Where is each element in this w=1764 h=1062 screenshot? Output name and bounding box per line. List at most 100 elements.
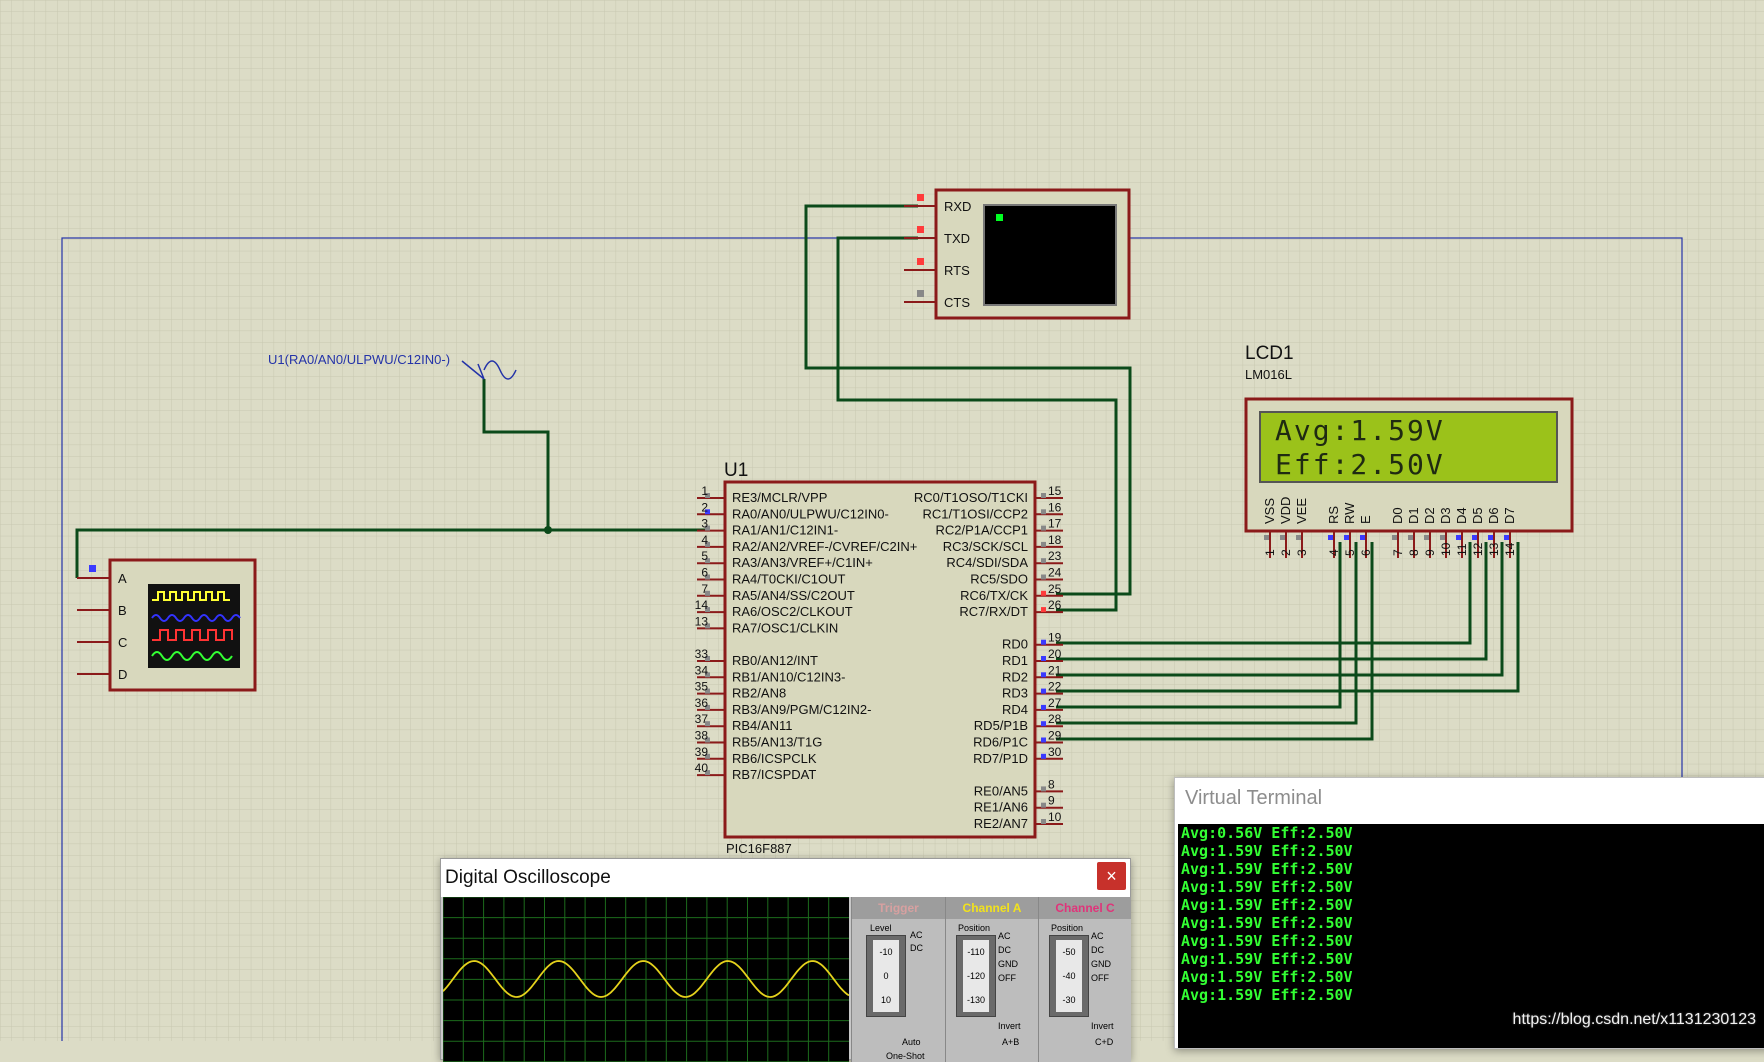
lcd-pin-number: 2 <box>1279 549 1293 556</box>
channel-c-tick: -30 <box>1062 995 1076 1005</box>
virtual-terminal-component[interactable]: RXD TXD RTS CTS <box>904 188 1131 320</box>
pin-number: 14 <box>695 598 709 612</box>
channel-a-tick: -110 <box>967 947 985 957</box>
pin-number: 33 <box>695 647 709 661</box>
pin-number: 18 <box>1048 533 1062 547</box>
pin-number: 6 <box>701 566 708 580</box>
lcd-pin-label: E <box>1358 515 1373 524</box>
lcd-pin-number: 4 <box>1327 549 1341 556</box>
lcd-pin-number: 1 <box>1263 549 1277 556</box>
trigger-auto-label[interactable]: Auto <box>902 1037 921 1047</box>
lcd-pin-number: 10 <box>1439 542 1453 556</box>
pin-name: RA0/AN0/ULPWU/C12IN0- <box>732 506 889 521</box>
terminal-line: Avg:1.59V Eff:2.50V <box>1181 950 1353 968</box>
scope-channel-label: C <box>118 635 127 650</box>
channel-c-dc[interactable]: DC <box>1091 943 1111 957</box>
pin-name: RA7/OSC1/CLKIN <box>732 620 838 635</box>
pin-number: 4 <box>701 533 708 547</box>
channel-c-off[interactable]: OFF <box>1091 971 1111 985</box>
lcd-pin-number: 7 <box>1391 549 1405 556</box>
pin-number: 5 <box>701 549 708 563</box>
channel-c-tick: -50 <box>1062 947 1076 957</box>
trigger-slider[interactable]: -10 0 10 <box>866 935 906 1017</box>
pin-number: 40 <box>695 761 709 775</box>
trigger-oneshot-label[interactable]: One-Shot <box>886 1051 925 1061</box>
pin-number: 9 <box>1048 794 1055 808</box>
trigger-tick: 0 <box>883 971 889 981</box>
channel-a-gnd[interactable]: GND <box>998 957 1018 971</box>
lcd-part: LM016L <box>1245 367 1292 382</box>
channel-c-tick: -40 <box>1062 971 1076 981</box>
channel-a-tick: -130 <box>966 995 985 1005</box>
lcd-pin-number: 6 <box>1359 549 1373 556</box>
pin-name: RC4/SDI/SDA <box>946 555 1028 570</box>
pin-name: RD6/P1C <box>973 735 1028 750</box>
pin-name: RD7/P1D <box>973 751 1028 766</box>
pin-number: 17 <box>1048 517 1062 531</box>
pin-name: RB0/AN12/INT <box>732 653 818 668</box>
lcd-pin-number: 11 <box>1455 543 1469 556</box>
terminal-line: Avg:1.59V Eff:2.50V <box>1181 896 1353 914</box>
mcu-ref: U1 <box>724 460 748 481</box>
lcd-pin-label: VDD <box>1278 497 1293 524</box>
pin-name: RC5/SDO <box>970 572 1028 587</box>
channel-a-off[interactable]: OFF <box>998 971 1018 985</box>
channel-a-invert[interactable]: Invert <box>998 1021 1021 1031</box>
lcd-pin-label: D6 <box>1486 507 1501 524</box>
pin-name: RC2/P1A/CCP1 <box>936 523 1028 538</box>
trigger-coupling-dc[interactable]: DC <box>910 942 923 955</box>
lcd-pin-number: 3 <box>1295 549 1309 556</box>
pin-name: RA2/AN2/VREF-/CVREF/C2IN+ <box>732 539 917 554</box>
pin-name: RB7/ICSPDAT <box>732 767 816 782</box>
channel-c-invert[interactable]: Invert <box>1091 1021 1114 1031</box>
trigger-tick: -10 <box>879 947 893 957</box>
pin-number: 13 <box>695 614 709 628</box>
pin-number: 26 <box>1048 598 1062 612</box>
lcd-pin-label: D1 <box>1406 507 1421 524</box>
trigger-title: Trigger <box>852 897 945 919</box>
channel-c-gnd[interactable]: GND <box>1091 957 1111 971</box>
pic16f887-mcu[interactable]: U1 PIC16F887 1 RE3/MCLR/VPP 2 RA0/AN0/ULPWU… <box>695 460 1063 856</box>
pin-name: RC1/T1OSI/CCP2 <box>923 506 1028 521</box>
pin-name: RB5/AN13/T1G <box>732 735 822 750</box>
virtual-terminal-window[interactable]: Virtual Terminal Avg:0.56V Eff:2.50V Avg:… <box>1174 777 1764 1049</box>
pin-number: 20 <box>1048 647 1062 661</box>
close-button[interactable]: × <box>1097 862 1126 890</box>
trigger-coupling-ac[interactable]: AC <box>910 929 923 942</box>
channel-a-slider[interactable]: -110 -120 -130 <box>956 935 996 1017</box>
pin-name: RC3/SCK/SCL <box>943 539 1028 554</box>
trigger-level-label: Level <box>870 923 892 933</box>
lcd-pin-label: D4 <box>1454 507 1469 524</box>
lcd-pin-label: VSS <box>1262 498 1277 524</box>
oscilloscope-window[interactable]: Digital Oscilloscope × Trigger Level -10… <box>440 858 1131 1062</box>
pin-name: RD3 <box>1002 686 1028 701</box>
channel-a-dc[interactable]: DC <box>998 943 1018 957</box>
pin-name: RB1/AN10/C12IN3- <box>732 669 845 684</box>
pin-number: 24 <box>1048 566 1062 580</box>
channel-c-panel: Channel C Position -50 -40 -30 AC DC GND… <box>1038 897 1131 1062</box>
channel-c-ac[interactable]: AC <box>1091 929 1111 943</box>
pin-number: 8 <box>1048 777 1055 791</box>
pin-number: 30 <box>1048 745 1062 759</box>
trigger-tick: 10 <box>880 995 891 1005</box>
terminal-pin-label: RTS <box>944 263 970 278</box>
pin-number: 1 <box>701 484 708 498</box>
watermark: https://blog.csdn.net/x1131230123 <box>1512 1011 1756 1028</box>
pin-number: 23 <box>1048 549 1062 563</box>
scope-channel-label: A <box>118 571 127 586</box>
channel-c-sum[interactable]: C+D <box>1095 1037 1113 1047</box>
lcd-pin-label: D2 <box>1422 507 1437 524</box>
pin-number: 21 <box>1048 663 1062 677</box>
lcd-pin-number: 5 <box>1343 549 1357 556</box>
lcd-pin-label: D0 <box>1390 507 1405 524</box>
terminal-line: Avg:1.59V Eff:2.50V <box>1181 932 1353 950</box>
terminal-line: Avg:1.59V Eff:2.50V <box>1181 860 1353 878</box>
channel-c-slider[interactable]: -50 -40 -30 <box>1049 935 1089 1017</box>
lcd-pin-number: 9 <box>1423 549 1437 556</box>
channel-c-title: Channel C <box>1039 897 1131 919</box>
channel-a-ac[interactable]: AC <box>998 929 1018 943</box>
channel-a-tick: -120 <box>966 971 985 981</box>
channel-a-sum[interactable]: A+B <box>1002 1037 1019 1047</box>
lcd-pin-label: D5 <box>1470 507 1485 524</box>
terminal-pin-label: CTS <box>944 295 970 310</box>
